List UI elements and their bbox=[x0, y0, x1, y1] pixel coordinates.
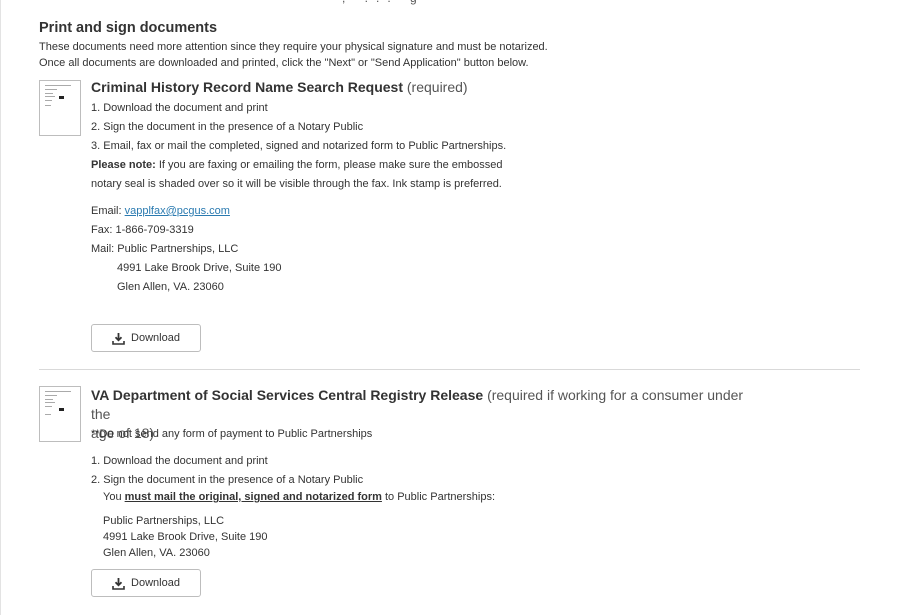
doc1-email-link[interactable]: vapplfax@pcgus.com bbox=[125, 205, 230, 217]
doc2-to-pp: to Public Partnerships: bbox=[381, 491, 496, 503]
doc1-email-label: Email: bbox=[91, 205, 125, 217]
document-thumbnail-1[interactable] bbox=[39, 80, 81, 136]
section-title: Print and sign documents bbox=[39, 20, 218, 36]
doc1-email-row: Email: vapplfax@pcgus.com bbox=[91, 205, 230, 217]
section-intro-line-1: These documents need more attention sinc… bbox=[39, 41, 548, 53]
doc1-note: Please note: If you are faxing or emaili… bbox=[91, 159, 503, 171]
doc1-title-text: Criminal History Record Name Search Requ… bbox=[91, 79, 403, 95]
doc1-title: Criminal History Record Name Search Requ… bbox=[91, 79, 468, 95]
doc2-step-2: 2. Sign the document in the presence of … bbox=[91, 474, 364, 486]
document-thumbnail-2[interactable] bbox=[39, 386, 81, 442]
page-left-border bbox=[0, 0, 1, 615]
doc1-mail-address-2: 4991 Lake Brook Drive, Suite 190 bbox=[117, 262, 282, 274]
doc2-address-1: Public Partnerships, LLC bbox=[103, 515, 225, 527]
download-icon bbox=[112, 332, 125, 345]
doc1-note-line-2: notary seal is shaded over so it will be… bbox=[91, 178, 502, 190]
doc2-download-label: Download bbox=[131, 577, 180, 589]
doc1-download-button[interactable]: Download bbox=[91, 324, 201, 352]
doc1-mail-label: Mail: Public Partnerships, LLC bbox=[91, 243, 239, 255]
doc1-step-2: 2. Sign the document in the presence of … bbox=[91, 121, 364, 133]
doc1-requirement: (required) bbox=[406, 79, 468, 95]
section-intro-line-2: Once all documents are downloaded and pr… bbox=[39, 57, 529, 69]
doc2-address-3: Glen Allen, VA. 23060 bbox=[103, 547, 210, 559]
doc2-payment-note: **Do not send any form of payment to Pub… bbox=[91, 428, 373, 440]
doc1-note-label: Please note: bbox=[91, 159, 156, 171]
doc2-must-mail: must mail the original, signed and notar… bbox=[124, 491, 382, 503]
doc1-step-3: 3. Email, fax or mail the completed, sig… bbox=[91, 140, 507, 152]
doc1-fax: Fax: 1-866-709-3319 bbox=[91, 224, 194, 236]
doc1-note-text: If you are faxing or emailing the form, … bbox=[155, 159, 503, 171]
doc1-step-1: 1. Download the document and print bbox=[91, 102, 268, 114]
doc1-mail-address-3: Glen Allen, VA. 23060 bbox=[117, 281, 224, 293]
doc2-step-1: 1. Download the document and print bbox=[91, 455, 268, 467]
doc2-mail-instruction: You must mail the original, signed and n… bbox=[103, 491, 495, 503]
doc2-download-button[interactable]: Download bbox=[91, 569, 201, 597]
doc2-address-2: 4991 Lake Brook Drive, Suite 190 bbox=[103, 531, 268, 543]
doc1-download-label: Download bbox=[131, 332, 180, 344]
clipped-text-fragment: , ... g bbox=[342, 0, 425, 5]
download-icon bbox=[112, 577, 125, 590]
doc2-title-text: VA Department of Social Services Central… bbox=[91, 387, 484, 403]
doc2-you: You bbox=[103, 491, 125, 503]
section-divider bbox=[39, 369, 860, 370]
